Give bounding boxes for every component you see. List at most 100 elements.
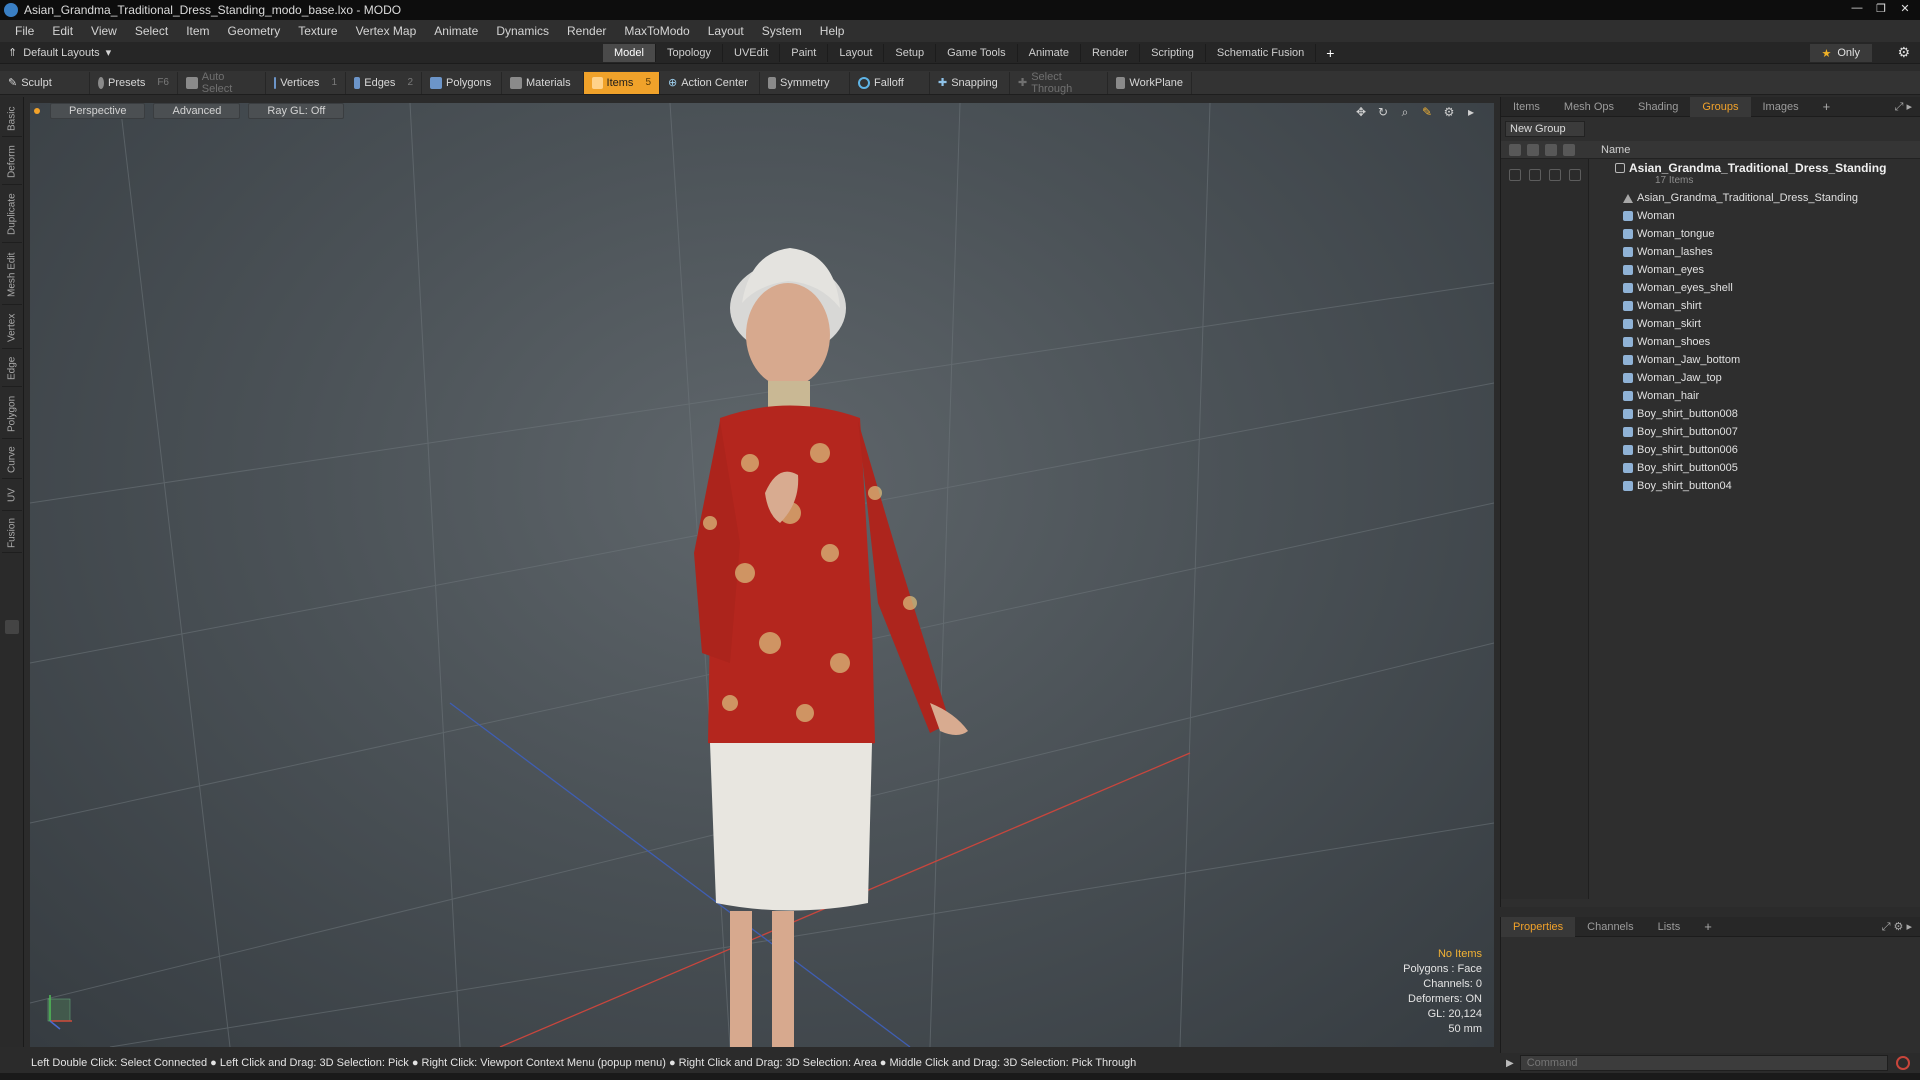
only-toggle[interactable]: ★ Only bbox=[1809, 44, 1872, 62]
window-bottom-edge bbox=[0, 1073, 1920, 1080]
tab-model[interactable]: Model bbox=[603, 44, 656, 62]
vtab-vertex[interactable]: Vertex bbox=[2, 307, 22, 349]
materials-button[interactable]: Materials bbox=[502, 71, 584, 94]
tab-images[interactable]: Images bbox=[1751, 97, 1811, 117]
tab-lists[interactable]: Lists bbox=[1646, 917, 1693, 937]
eye-icon[interactable] bbox=[1509, 143, 1521, 156]
tab-mesh-ops[interactable]: Mesh Ops bbox=[1552, 97, 1626, 117]
action-center-button[interactable]: ⊕ Action Center bbox=[660, 71, 760, 94]
minimize-button[interactable]: — bbox=[1846, 0, 1868, 16]
maximize-button[interactable]: ❐ bbox=[1870, 0, 1892, 16]
tab-game-tools[interactable]: Game Tools bbox=[936, 44, 1018, 62]
tab-scripting[interactable]: Scripting bbox=[1140, 44, 1206, 62]
tab-groups[interactable]: Groups bbox=[1690, 96, 1751, 117]
tab-layout[interactable]: Layout bbox=[828, 44, 885, 62]
tab-uvedit[interactable]: UVEdit bbox=[723, 44, 781, 62]
auto-select-button[interactable]: Auto Select bbox=[178, 71, 266, 95]
render-icon[interactable] bbox=[1527, 143, 1539, 156]
vtab-curve[interactable]: Curve bbox=[2, 441, 22, 479]
vtab-uv[interactable]: UV bbox=[2, 481, 22, 511]
snapping-button[interactable]: ✚ Snapping bbox=[930, 71, 1010, 94]
symmetry-button[interactable]: Symmetry bbox=[760, 71, 850, 94]
group-select-toggle[interactable] bbox=[1569, 169, 1581, 181]
mesh-icon bbox=[1623, 391, 1633, 401]
menu-file[interactable]: File bbox=[6, 24, 43, 38]
falloff-button[interactable]: Falloff bbox=[850, 71, 930, 94]
viewport-expand-icon[interactable]: ▸ bbox=[1464, 105, 1478, 120]
add-tab-button[interactable]: + bbox=[1316, 44, 1344, 62]
select-icon[interactable] bbox=[1563, 143, 1575, 156]
vtab-duplicate[interactable]: Duplicate bbox=[2, 187, 22, 243]
select-through-button[interactable]: ✚ Select Through bbox=[1010, 71, 1108, 95]
lock-icon[interactable] bbox=[1545, 143, 1557, 156]
collapse-toggle[interactable] bbox=[5, 620, 19, 634]
tab-animate[interactable]: Animate bbox=[1018, 44, 1081, 62]
right-panel-tabs: Items Mesh Ops Shading Groups Images + ⤢… bbox=[1501, 96, 1920, 117]
group-lock-toggle[interactable] bbox=[1549, 169, 1561, 181]
items-button[interactable]: Items 5 bbox=[584, 71, 660, 94]
workplane-button[interactable]: WorkPlane bbox=[1108, 71, 1192, 94]
tab-properties[interactable]: Properties bbox=[1501, 916, 1576, 937]
group-eye-toggle[interactable] bbox=[1509, 169, 1521, 181]
command-input[interactable] bbox=[1519, 1055, 1888, 1071]
new-group-button[interactable]: New Group bbox=[1505, 121, 1585, 137]
sculpt-button[interactable]: ✎ Sculpt bbox=[0, 71, 90, 94]
menu-dynamics[interactable]: Dynamics bbox=[487, 24, 558, 38]
command-arrow-icon: ▶ bbox=[1506, 1057, 1514, 1069]
layout-picker[interactable]: ⇑ Default Layouts ▾ bbox=[0, 46, 111, 60]
menu-vertex-map[interactable]: Vertex Map bbox=[347, 24, 426, 38]
tab-render[interactable]: Render bbox=[1081, 44, 1141, 62]
group-row[interactable]: Asian_Grandma_Traditional_Dress_Standing… bbox=[1501, 159, 1920, 189]
record-icon[interactable] bbox=[1895, 1056, 1910, 1070]
presets-button[interactable]: Presets F6 bbox=[90, 71, 178, 94]
menu-animate[interactable]: Animate bbox=[425, 24, 487, 38]
vtab-edge[interactable]: Edge bbox=[2, 351, 22, 387]
pan-icon[interactable]: ✥ bbox=[1354, 105, 1368, 120]
menu-layout[interactable]: Layout bbox=[699, 24, 753, 38]
add-panel-tab-button[interactable]: + bbox=[1811, 97, 1843, 117]
viewport-menu-dot[interactable] bbox=[34, 108, 40, 114]
menu-maxtomodo[interactable]: MaxToModo bbox=[615, 24, 698, 38]
vertices-button[interactable]: Vertices 1 bbox=[266, 71, 346, 94]
tab-paint[interactable]: Paint bbox=[780, 44, 829, 62]
viewport-gear-icon[interactable]: ⚙ bbox=[1442, 105, 1456, 120]
polygons-button[interactable]: Polygons bbox=[422, 71, 502, 94]
vtab-basic[interactable]: Basic bbox=[2, 101, 22, 137]
menu-select[interactable]: Select bbox=[126, 24, 177, 38]
menu-texture[interactable]: Texture bbox=[289, 24, 346, 38]
props-expand-icon[interactable]: ⤢ ⚙ ▸ bbox=[1882, 920, 1912, 934]
menu-system[interactable]: System bbox=[753, 24, 811, 38]
tab-schematic-fusion[interactable]: Schematic Fusion bbox=[1206, 44, 1317, 62]
action-center-label: Action Center bbox=[681, 76, 748, 89]
vtab-fusion[interactable]: Fusion bbox=[2, 513, 22, 553]
perspective-button[interactable]: Perspective bbox=[50, 103, 146, 119]
layout-bar: ⇑ Default Layouts ▾ Model Topology UVEdi… bbox=[0, 42, 1920, 64]
tab-items[interactable]: Items bbox=[1501, 97, 1552, 117]
edges-button[interactable]: Edges 2 bbox=[346, 71, 422, 94]
tab-topology[interactable]: Topology bbox=[656, 44, 724, 62]
name-column-header[interactable]: Name bbox=[1589, 144, 1630, 156]
vtab-mesh-edit[interactable]: Mesh Edit bbox=[2, 245, 22, 305]
group-render-toggle[interactable] bbox=[1529, 169, 1541, 181]
vtab-polygon[interactable]: Polygon bbox=[2, 389, 22, 439]
menu-render[interactable]: Render bbox=[558, 24, 615, 38]
menu-edit[interactable]: Edit bbox=[43, 24, 82, 38]
tab-channels[interactable]: Channels bbox=[1575, 917, 1645, 937]
menu-help[interactable]: Help bbox=[811, 24, 854, 38]
close-button[interactable]: ✕ bbox=[1894, 0, 1916, 16]
menu-view[interactable]: View bbox=[82, 24, 126, 38]
raygl-button[interactable]: Ray GL: Off bbox=[248, 103, 345, 119]
add-props-tab-button[interactable]: + bbox=[1692, 917, 1724, 937]
menu-geometry[interactable]: Geometry bbox=[219, 24, 290, 38]
rotate-icon[interactable]: ↻ bbox=[1376, 105, 1390, 120]
tab-shading[interactable]: Shading bbox=[1626, 97, 1690, 117]
expand-icon[interactable]: ⤢ ▸ bbox=[1895, 100, 1912, 114]
edit-icon[interactable]: ✎ bbox=[1420, 105, 1434, 120]
shading-button[interactable]: Advanced bbox=[153, 103, 241, 119]
zoom-icon[interactable]: ⌕ bbox=[1398, 105, 1412, 120]
menu-item[interactable]: Item bbox=[177, 24, 218, 38]
tab-setup[interactable]: Setup bbox=[884, 44, 937, 62]
gear-icon[interactable]: ⚙ bbox=[1897, 44, 1910, 61]
3d-viewport[interactable]: Perspective Advanced Ray GL: Off ✥ ↻ ⌕ ✎… bbox=[30, 103, 1494, 1047]
vtab-deform[interactable]: Deform bbox=[2, 139, 22, 185]
